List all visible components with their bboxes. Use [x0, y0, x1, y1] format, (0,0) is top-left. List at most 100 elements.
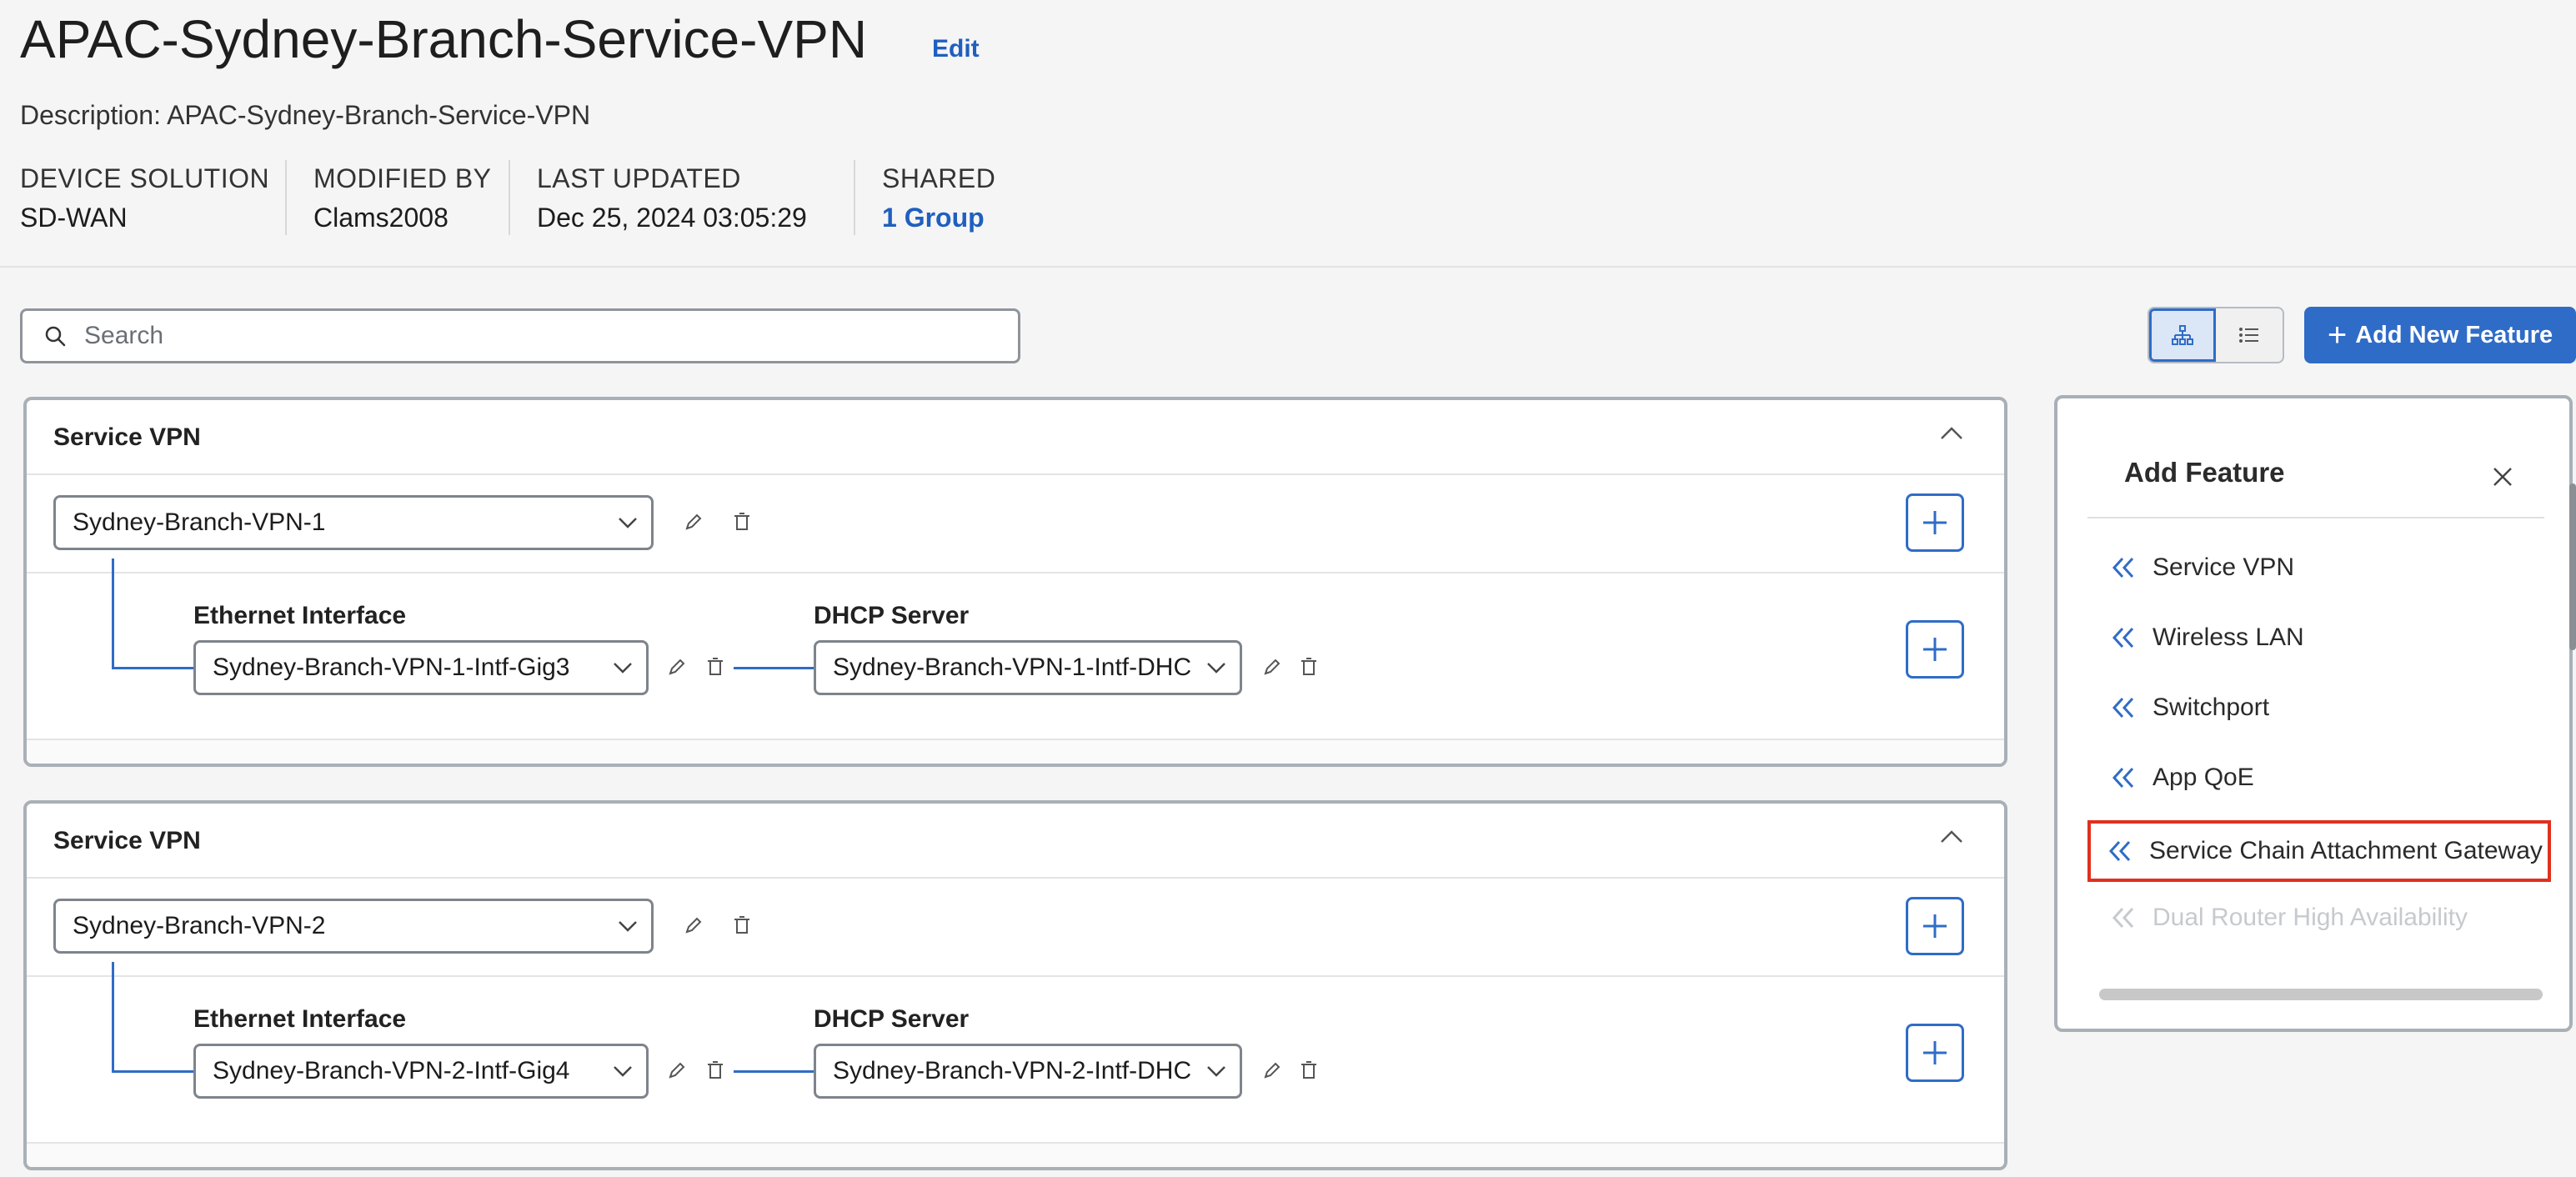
- ethernet-interface-label: Ethernet Interface: [193, 1005, 407, 1033]
- tree-view-icon: [2172, 325, 2194, 345]
- vpn-select[interactable]: Sydney-Branch-VPN-1: [53, 495, 654, 550]
- add-sub-feature-button[interactable]: [1906, 1024, 1964, 1082]
- trash-icon: [708, 658, 723, 675]
- vpn-row: Sydney-Branch-VPN-2: [27, 879, 2004, 977]
- tree-connector: [112, 1070, 197, 1073]
- meta-label: DEVICE SOLUTION: [20, 163, 270, 193]
- delete-ethernet-button[interactable]: [699, 650, 732, 684]
- add-vpn-feature-button[interactable]: [1906, 493, 1964, 552]
- close-panel-button[interactable]: [2486, 460, 2519, 493]
- meta-last-updated: LAST UPDATED Dec 25, 2024 03:05:29: [537, 163, 807, 233]
- vpn-select-value: Sydney-Branch-VPN-2: [73, 912, 326, 939]
- feature-item-dual-router-ha: Dual Router High Availability: [2087, 892, 2551, 944]
- pencil-icon: [669, 1062, 685, 1079]
- delete-vpn-button[interactable]: [725, 505, 759, 538]
- search-box[interactable]: [20, 308, 1020, 363]
- tree-view-button[interactable]: [2149, 308, 2217, 362]
- view-toggle: [2148, 307, 2284, 363]
- feature-item-service-chain-attachment-gateway[interactable]: Service Chain Attachment Gateway: [2087, 820, 2551, 882]
- edit-dhcp-button[interactable]: [1255, 650, 1289, 684]
- service-vpn-card: Service VPN Sydney-Branch-VPN-2 Ethernet…: [23, 800, 2007, 1170]
- dhcp-server-select[interactable]: Sydney-Branch-VPN-1-Intf-DHCP-Server: [814, 640, 1242, 695]
- chevron-up-icon: [1941, 830, 1962, 843]
- shared-groups-link[interactable]: 1 Group: [882, 203, 995, 233]
- tree-connector: [112, 962, 114, 1072]
- vertical-scrollbar[interactable]: [2569, 483, 2576, 650]
- double-chevron-left-icon: [2112, 767, 2134, 789]
- meta-label: SHARED: [882, 163, 996, 193]
- tree-connector: [734, 667, 815, 669]
- trash-icon: [734, 513, 749, 530]
- list-view-button[interactable]: [2216, 308, 2283, 362]
- ethernet-interface-label: Ethernet Interface: [193, 602, 407, 629]
- meta-shared: SHARED 1 Group: [882, 163, 995, 233]
- edit-ethernet-button[interactable]: [660, 650, 694, 684]
- dhcp-server-value: Sydney-Branch-VPN-2-Intf-DHCP-Server: [833, 1057, 1193, 1084]
- delete-dhcp-button[interactable]: [1292, 650, 1326, 684]
- tree-connector: [112, 558, 114, 669]
- edit-dhcp-button[interactable]: [1255, 1054, 1289, 1087]
- ethernet-interface-select[interactable]: Sydney-Branch-VPN-1-Intf-Gig3: [193, 640, 649, 695]
- edit-link[interactable]: Edit: [932, 35, 980, 63]
- double-chevron-left-icon: [2112, 557, 2134, 578]
- edit-ethernet-button[interactable]: [660, 1054, 694, 1087]
- add-feature-panel: Add Feature Service VPN Wireless LAN Swi…: [2054, 395, 2573, 1032]
- pencil-icon: [685, 513, 702, 530]
- feature-item-wireless-lan[interactable]: Wireless LAN: [2087, 612, 2551, 664]
- chevron-down-icon: [614, 663, 632, 674]
- meta-divider: [854, 160, 855, 235]
- double-chevron-left-icon: [2112, 907, 2134, 929]
- service-vpn-card: Service VPN Sydney-Branch-VPN-1 Ethernet…: [23, 397, 2007, 767]
- tree-connector: [112, 667, 197, 669]
- add-sub-feature-button[interactable]: [1906, 620, 1964, 679]
- list-view-icon: [2239, 328, 2259, 343]
- sub-feature-row: Ethernet Interface Sydney-Branch-VPN-2-I…: [27, 962, 2004, 1144]
- dhcp-server-select[interactable]: Sydney-Branch-VPN-2-Intf-DHCP-Server: [814, 1044, 1242, 1099]
- delete-dhcp-button[interactable]: [1292, 1054, 1326, 1087]
- horizontal-scrollbar[interactable]: [2099, 989, 2543, 1000]
- pencil-icon: [1264, 659, 1280, 675]
- chevron-down-icon: [1207, 1066, 1225, 1077]
- feature-item-service-vpn[interactable]: Service VPN: [2087, 542, 2551, 594]
- card-header: Service VPN: [27, 400, 2004, 475]
- collapse-button[interactable]: [1939, 425, 1964, 446]
- feature-item-app-qoe[interactable]: App QoE: [2087, 752, 2551, 804]
- feature-item-switchport[interactable]: Switchport: [2087, 682, 2551, 734]
- edit-vpn-button[interactable]: [677, 505, 710, 538]
- delete-ethernet-button[interactable]: [699, 1054, 732, 1087]
- add-vpn-feature-button[interactable]: [1906, 897, 1964, 955]
- chevron-up-icon: [1941, 427, 1962, 439]
- dhcp-server-value: Sydney-Branch-VPN-1-Intf-DHCP-Server: [833, 654, 1193, 681]
- tree-connector: [734, 1070, 815, 1073]
- search-input[interactable]: [84, 322, 985, 350]
- ethernet-interface-value: Sydney-Branch-VPN-2-Intf-Gig4: [213, 1057, 570, 1084]
- ethernet-interface-select[interactable]: Sydney-Branch-VPN-2-Intf-Gig4: [193, 1044, 649, 1099]
- trash-icon: [1301, 658, 1316, 675]
- plus-icon: [1923, 511, 1947, 534]
- meta-label: MODIFIED BY: [313, 163, 492, 193]
- pencil-icon: [685, 917, 702, 934]
- close-icon: [2493, 468, 2512, 486]
- page-title: APAC-Sydney-Branch-Service-VPN: [20, 9, 868, 69]
- chevron-down-icon: [1207, 663, 1225, 674]
- trash-icon: [708, 1061, 723, 1079]
- delete-vpn-button[interactable]: [725, 909, 759, 942]
- pencil-icon: [1264, 1062, 1280, 1079]
- dhcp-server-label: DHCP Server: [814, 602, 970, 629]
- chevron-down-icon: [614, 1066, 632, 1077]
- add-new-feature-button[interactable]: + Add New Feature: [2304, 307, 2576, 363]
- chevron-down-icon: [619, 921, 637, 932]
- plus-icon: [1923, 638, 1947, 661]
- plus-icon: +: [2327, 317, 2348, 353]
- dhcp-server-label: DHCP Server: [814, 1005, 970, 1033]
- meta-modified-by: MODIFIED BY Clams2008: [313, 163, 492, 233]
- vpn-select[interactable]: Sydney-Branch-VPN-2: [53, 899, 654, 954]
- pencil-icon: [669, 659, 685, 675]
- search-icon: [45, 326, 66, 347]
- panel-divider: [2087, 517, 2544, 518]
- edit-vpn-button[interactable]: [677, 909, 710, 942]
- plus-icon: [1923, 1041, 1947, 1064]
- collapse-button[interactable]: [1939, 829, 1964, 849]
- ethernet-interface-value: Sydney-Branch-VPN-1-Intf-Gig3: [213, 654, 570, 681]
- card-header: Service VPN: [27, 804, 2004, 879]
